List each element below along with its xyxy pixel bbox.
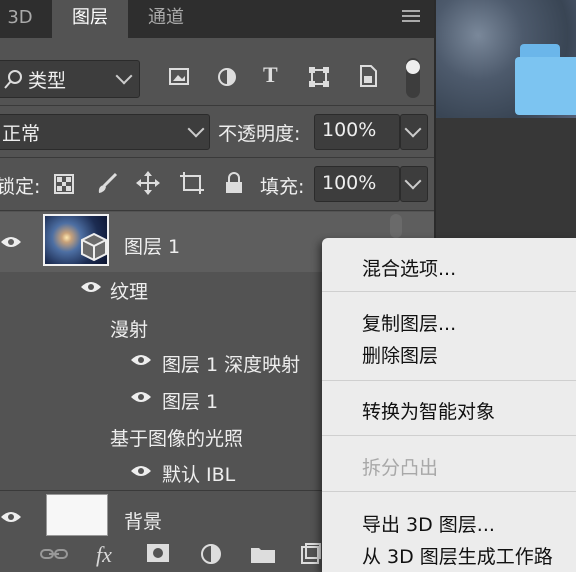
lock-label: 锁定: (0, 176, 41, 198)
type-layer-filter-icon[interactable]: T (263, 62, 278, 88)
fill-label: 填充: (260, 176, 305, 198)
visibility-eye-icon[interactable] (0, 235, 22, 249)
menu-item-export-3d-layer[interactable]: 导出 3D 图层... (362, 510, 495, 537)
visibility-eye-icon[interactable] (130, 390, 152, 404)
link-layers-icon[interactable] (40, 546, 68, 562)
lock-transparent-pixels-icon[interactable] (54, 174, 74, 194)
new-adjustment-layer-icon[interactable] (200, 543, 222, 565)
smart-object-filter-icon[interactable] (357, 64, 379, 88)
lock-image-pixels-icon[interactable] (96, 172, 118, 194)
tab-layers[interactable]: 图层 (52, 0, 128, 38)
default-ibl-label: 默认 IBL (162, 464, 236, 486)
menu-item-generate-work-path[interactable]: 从 3D 图层生成工作路 (362, 542, 553, 569)
visibility-eye-icon[interactable] (0, 510, 22, 524)
layer-scroll-indicator (390, 214, 402, 238)
pixel-layer-filter-icon[interactable] (168, 66, 190, 88)
menu-item-duplicate-layer[interactable]: 复制图层... (362, 309, 456, 336)
layer-style-fx-icon[interactable]: fx (96, 542, 112, 568)
menu-item-blending-options[interactable]: 混合选项... (362, 254, 456, 281)
tab-channels[interactable]: 通道 (136, 0, 196, 38)
shape-layer-filter-icon[interactable] (308, 66, 330, 88)
search-icon (4, 70, 22, 89)
add-layer-mask-icon[interactable] (146, 543, 170, 563)
lock-artboard-icon[interactable] (180, 172, 204, 194)
opacity-label: 不透明度: (218, 123, 301, 145)
background-layer-thumbnail[interactable] (46, 494, 108, 536)
new-layer-icon[interactable] (300, 543, 322, 565)
texture-group-label: 纹理 (110, 281, 149, 303)
layer-name: 图层 1 (124, 236, 181, 258)
visibility-eye-icon[interactable] (130, 353, 152, 367)
canvas-background (436, 118, 576, 238)
tab-3d[interactable]: 3D (0, 0, 40, 38)
lock-all-icon[interactable] (224, 172, 244, 194)
lock-position-icon[interactable] (136, 171, 160, 195)
3d-cube-icon (81, 232, 107, 262)
image-based-lighting-label: 基于图像的光照 (110, 428, 244, 450)
visibility-eye-icon[interactable] (80, 280, 102, 294)
new-group-folder-icon[interactable] (250, 544, 276, 564)
depth-map-texture-label: 图层 1 深度映射 (162, 354, 301, 376)
fill-value: 100% (322, 172, 377, 194)
diffuse-label: 漫射 (110, 319, 149, 341)
opacity-value: 100% (322, 119, 377, 141)
filter-toggle-knob (406, 60, 420, 74)
blend-mode-value: 正常 (2, 123, 41, 145)
background-layer-name: 背景 (124, 511, 163, 533)
menu-item-delete-layer[interactable]: 删除图层 (362, 341, 438, 368)
filter-type-label: 类型 (28, 70, 67, 92)
adjustment-layer-filter-icon[interactable] (216, 66, 238, 88)
visibility-eye-icon[interactable] (130, 464, 152, 478)
layer1-texture-label: 图层 1 (162, 391, 219, 413)
folder-icon (515, 57, 576, 115)
panel-menu-icon[interactable] (402, 10, 420, 24)
menu-item-convert-to-smart-object[interactable]: 转换为智能对象 (362, 397, 495, 424)
menu-item-split-extrusion: 拆分凸出 (362, 457, 439, 479)
